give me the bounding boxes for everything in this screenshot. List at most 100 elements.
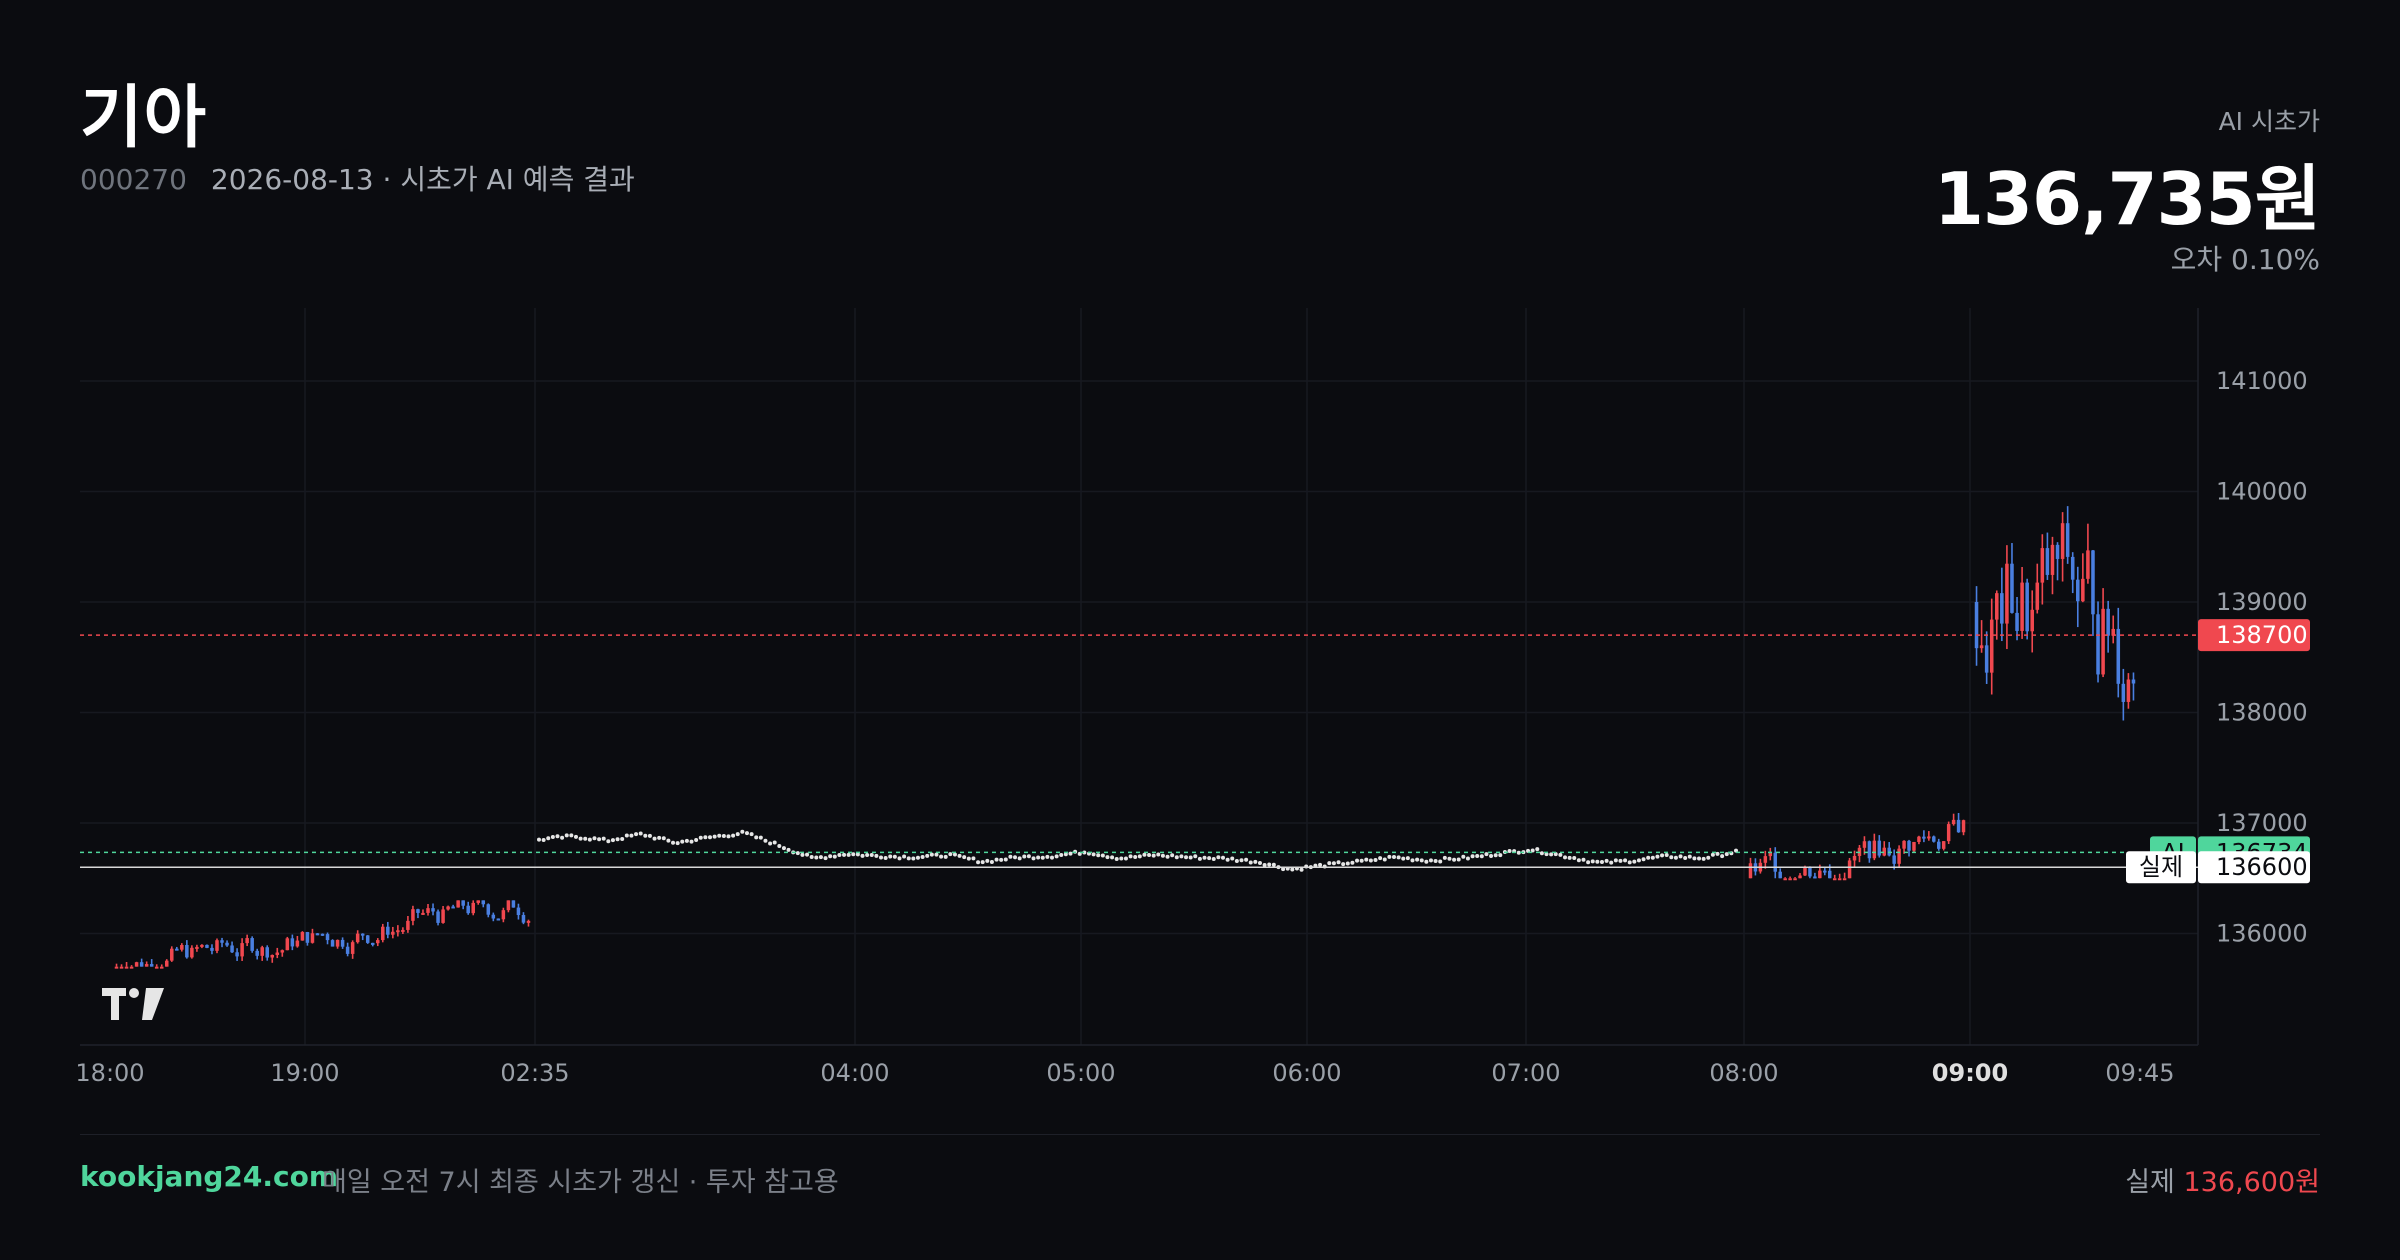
- overnight-dot: [1687, 854, 1692, 859]
- candle-body: [496, 918, 501, 921]
- x-tick-label: 02:35: [500, 1059, 569, 1087]
- overnight-dot: [735, 832, 740, 837]
- candle-body: [350, 942, 355, 954]
- overnight-dot: [1123, 856, 1128, 861]
- candle-body: [406, 920, 410, 930]
- overnight-dot: [1470, 854, 1475, 859]
- candle-body: [119, 966, 124, 969]
- overnight-dot: [1026, 854, 1031, 859]
- candle-body: [1995, 593, 1999, 620]
- actual-value: 136,600원: [2183, 1167, 2321, 1198]
- overnight-dot: [1165, 854, 1170, 859]
- overnight-dot: [837, 852, 842, 857]
- overnight-dot: [661, 836, 666, 841]
- candle-body: [185, 945, 189, 958]
- overnight-dot: [1378, 856, 1383, 861]
- x-tick-label: 07:00: [1491, 1059, 1560, 1087]
- overnight-dot: [1253, 859, 1258, 864]
- candle-body: [2106, 608, 2110, 636]
- overnight-dot: [1137, 854, 1142, 859]
- overnight-dot: [1248, 860, 1253, 865]
- overnight-dot: [1576, 858, 1581, 863]
- overnight-dot: [1318, 862, 1323, 867]
- x-tick-label: 09:00: [1932, 1059, 2008, 1087]
- candle-body: [205, 944, 209, 948]
- candle-body: [491, 914, 496, 919]
- overnight-dot: [698, 835, 703, 840]
- overnight-dot: [1345, 861, 1350, 866]
- overnight-dot: [1179, 854, 1184, 859]
- candle-body: [295, 940, 300, 947]
- candle-body: [280, 950, 285, 953]
- candle-body: [506, 900, 511, 911]
- overnight-dot: [680, 839, 685, 844]
- x-tick-label: 04:00: [820, 1059, 889, 1087]
- candle-body: [2050, 544, 2055, 575]
- candle-body: [1813, 876, 1817, 879]
- candle-body: [2086, 550, 2090, 579]
- candle-body: [1932, 836, 1936, 842]
- candle-body: [1937, 841, 1941, 849]
- overnight-dot: [795, 851, 800, 856]
- candle-body: [2096, 614, 2100, 675]
- candle-body: [2010, 563, 2014, 613]
- price-chart[interactable]: 136000 137000 138000 139000 140000 141000 18:0…: [0, 0, 2400, 1100]
- overnight-dot: [647, 833, 652, 838]
- overnight-dot: [1442, 855, 1447, 860]
- overnight-dot: [666, 838, 671, 843]
- overnight-dot: [920, 855, 925, 860]
- candle-body: [300, 932, 305, 941]
- overnight-dot: [712, 834, 717, 839]
- overnight-dot: [1484, 852, 1489, 857]
- candle-body: [164, 960, 169, 967]
- candle-body: [436, 911, 440, 923]
- overnight-dot: [1673, 855, 1678, 860]
- candle-body: [1907, 840, 1911, 851]
- actual-side-label: 실제: [2139, 853, 2183, 881]
- overnight-dot: [1230, 856, 1235, 861]
- overnight-dot: [1373, 858, 1378, 863]
- overnight-dot: [939, 854, 944, 859]
- overnight-dot: [1160, 853, 1165, 858]
- overnight-dot: [652, 836, 657, 841]
- overnight-dot: [1170, 853, 1175, 858]
- overnight-dot: [758, 835, 763, 840]
- overnight-dot: [763, 838, 768, 843]
- candle-body: [1917, 836, 1921, 842]
- overnight-dot: [985, 858, 990, 863]
- candle-body: [2005, 563, 2009, 624]
- overnight-dot: [957, 853, 962, 858]
- candle-body: [159, 966, 164, 969]
- overnight-dot: [962, 855, 967, 860]
- overnight-dot: [1595, 859, 1600, 864]
- overnight-dot: [1221, 855, 1225, 860]
- overnight-dot: [555, 834, 560, 839]
- overnight-dot: [943, 854, 948, 859]
- overnight-dot: [578, 836, 583, 841]
- candle-body: [2091, 550, 2095, 615]
- overnight-dot: [1410, 858, 1415, 863]
- candle-body: [320, 933, 325, 936]
- overnight-dot: [1133, 855, 1138, 860]
- overnight-dot: [587, 837, 592, 842]
- candle-body: [381, 926, 385, 941]
- candle-body: [170, 948, 174, 961]
- overnight-dot: [1572, 856, 1577, 861]
- actual-label: 실제: [2125, 1167, 2175, 1198]
- overnight-dot: [1710, 852, 1715, 857]
- candle-body: [1979, 645, 1984, 649]
- overnight-dot: [1697, 856, 1702, 861]
- candle-body: [285, 938, 290, 951]
- candle-body: [511, 900, 516, 908]
- candle-body: [154, 966, 159, 969]
- overnight-dot: [597, 837, 602, 842]
- overnight-dot: [1336, 860, 1341, 865]
- brand-link[interactable]: kookjang24.com: [80, 1160, 338, 1193]
- overnight-dot: [1128, 854, 1133, 859]
- overnight-dot: [689, 839, 694, 844]
- overnight-dot: [818, 855, 823, 860]
- overnight-dot: [1188, 855, 1193, 860]
- candle-body: [330, 940, 335, 947]
- candle-body: [526, 920, 531, 923]
- overnight-dot: [1636, 858, 1641, 863]
